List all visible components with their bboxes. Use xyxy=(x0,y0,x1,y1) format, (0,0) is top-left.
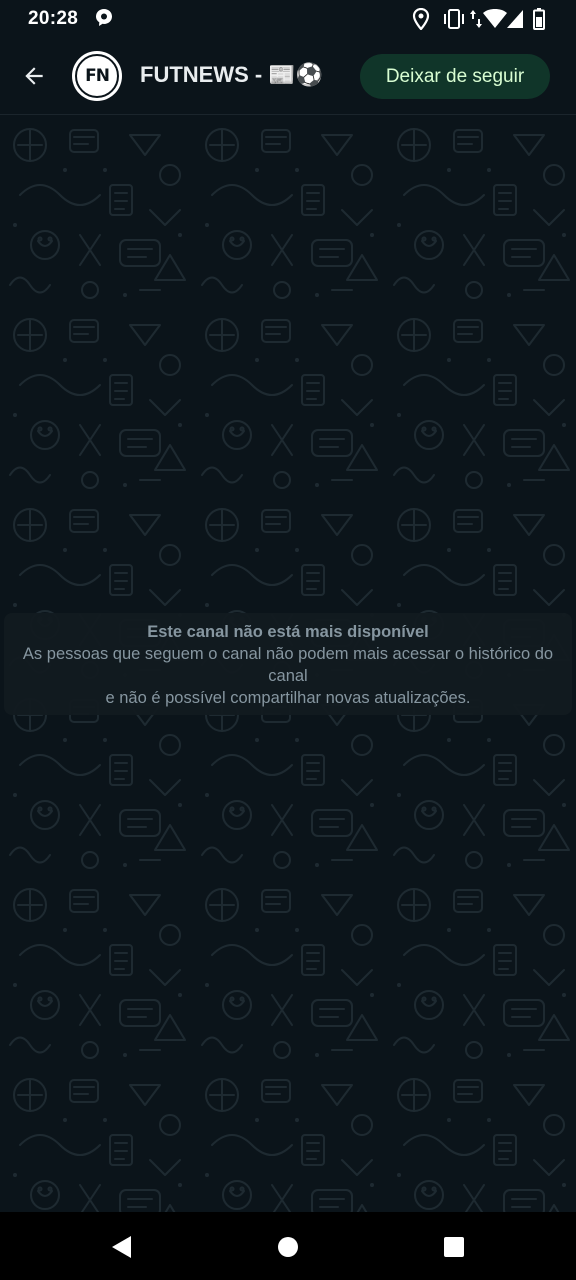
unfollow-button[interactable]: Deixar de seguir xyxy=(360,54,550,99)
channel-title[interactable]: FUTNEWS - 📰⚽ xyxy=(140,62,323,88)
battery-icon xyxy=(533,8,545,35)
arrow-back-icon xyxy=(25,67,43,85)
status-bar: 20:28 xyxy=(0,0,576,38)
notice-line-2: e não é possível compartilhar novas atua… xyxy=(105,689,471,707)
back-triangle-icon xyxy=(112,1236,131,1258)
notice-title: Este canal não está mais disponível xyxy=(147,623,429,641)
status-time: 20:28 xyxy=(28,8,79,29)
data-transfer-icon xyxy=(470,8,482,35)
avatar-initials: FN xyxy=(75,54,119,98)
nav-recents-button[interactable] xyxy=(439,1232,469,1262)
recents-square-icon xyxy=(444,1237,464,1257)
nav-back-button[interactable] xyxy=(106,1232,136,1262)
wifi-icon xyxy=(483,8,507,35)
channel-header: FN FUTNEWS - 📰⚽ Deixar de seguir xyxy=(0,38,576,115)
signal-icon xyxy=(506,8,524,35)
channel-avatar[interactable]: FN xyxy=(72,51,122,101)
system-navigation-bar xyxy=(0,1212,576,1280)
whatsapp-status-icon xyxy=(95,8,113,33)
back-button[interactable] xyxy=(14,56,54,96)
notice-line-1: As pessoas que seguem o canal não podem … xyxy=(22,645,554,685)
location-icon xyxy=(412,7,430,35)
screen: 20:28 FN FUTNEWS - 📰⚽ Deixar de seguir E… xyxy=(0,0,576,1280)
vibrate-icon xyxy=(442,8,466,35)
home-circle-icon xyxy=(278,1237,298,1257)
channel-unavailable-notice: Este canal não está mais disponível As p… xyxy=(4,613,572,715)
nav-home-button[interactable] xyxy=(273,1232,303,1262)
